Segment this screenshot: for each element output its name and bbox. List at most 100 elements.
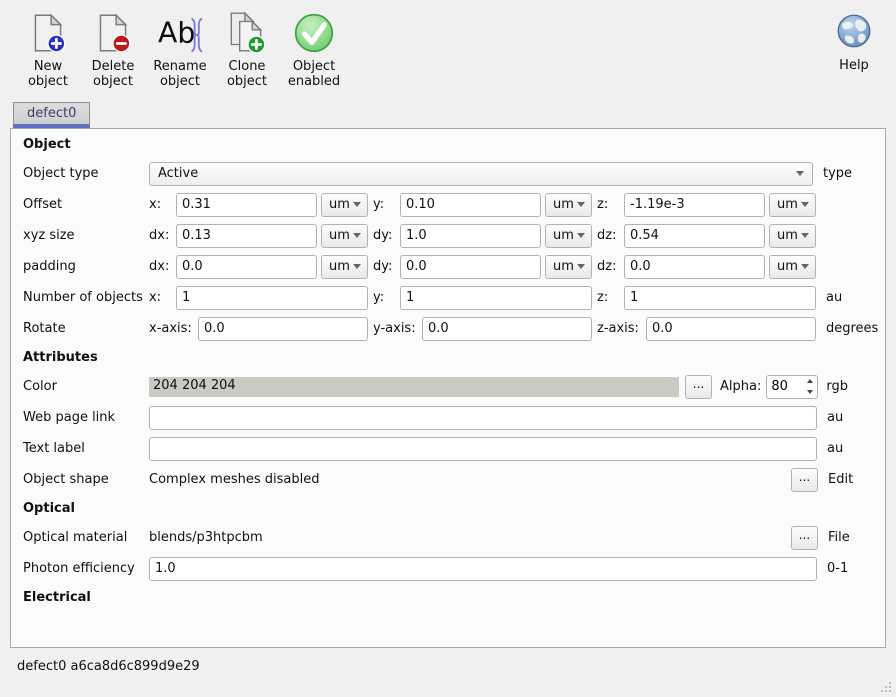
arrow-down-icon [807,390,813,394]
photon-efficiency-input[interactable] [149,557,817,581]
size-dz-unit-value: um [777,228,798,243]
clone-object-label: Clone object [215,59,279,89]
size-dy-unit-select[interactable]: um [545,224,592,248]
color-swatch[interactable]: 204 204 204 [149,377,679,397]
optical-material-unit: File [828,530,850,545]
object-shape-browse-button[interactable]: ... [791,468,818,492]
size-dx-unit-value: um [329,228,350,243]
padding-dx-label: dx: [149,259,173,274]
rotate-z-input[interactable] [646,317,816,341]
object-shape-label: Object shape [23,472,149,487]
offset-y-label: y: [373,197,397,212]
padding-dz-unit-value: um [777,259,798,274]
padding-dx-unit-select[interactable]: um [321,255,368,279]
new-object-icon [25,10,71,56]
photon-efficiency-unit: 0-1 [827,561,848,576]
size-dy-label: dy: [373,228,397,243]
offset-z-unit-value: um [777,197,798,212]
chevron-down-icon [353,202,361,207]
alpha-input[interactable] [767,376,802,398]
offset-row: Offset x: um y: um z: [11,189,885,220]
clone-object-button[interactable]: Clone object [215,10,279,89]
help-label: Help [839,58,869,73]
text-label-label: Text label [23,441,149,456]
optical-material-label: Optical material [23,530,149,545]
chevron-down-icon [577,264,585,269]
new-object-label: New object [16,59,80,89]
color-label: Color [23,379,149,394]
padding-dy-unit-value: um [553,259,574,274]
optical-material-browse-button[interactable]: ... [791,526,818,550]
section-object: Object [11,131,885,158]
rotate-x-input[interactable] [198,317,368,341]
web-page-link-row: Web page link au [11,402,885,433]
padding-dy-input[interactable] [400,255,541,279]
padding-dy-label: dy: [373,259,397,274]
offset-z-input[interactable] [624,193,765,217]
web-link-input[interactable] [149,406,817,430]
rename-object-label: Rename object [146,59,214,89]
new-object-button[interactable]: New object [16,10,80,89]
size-dy-input[interactable] [400,224,541,248]
offset-y-input[interactable] [400,193,541,217]
help-button[interactable]: Help [827,10,881,73]
object-type-row: Object type Active type [11,158,885,189]
size-dx-input[interactable] [176,224,317,248]
padding-dx-unit-value: um [329,259,350,274]
rotate-row: Rotate x-axis: y-axis: z-axis: degrees [11,313,885,344]
offset-x-unit-select[interactable]: um [321,193,368,217]
alpha-spinner[interactable] [766,375,818,399]
section-attributes: Attributes [11,344,885,371]
padding-dz-unit-select[interactable]: um [769,255,816,279]
delete-object-button[interactable]: Delete object [81,10,145,89]
object-type-select[interactable]: Active [149,162,813,186]
delete-object-icon [90,10,136,56]
padding-dz-input[interactable] [624,255,765,279]
alpha-increment-button[interactable] [802,376,817,387]
object-enabled-button[interactable]: Object enabled [280,10,348,89]
rotate-y-label: y-axis: [373,321,419,336]
chevron-down-icon [353,264,361,269]
svg-text:Ab: Ab [158,16,195,49]
count-y-input[interactable] [400,286,592,310]
rotate-label: Rotate [23,321,149,336]
number-of-objects-row: Number of objects x: y: z: au [11,282,885,313]
rotate-x-label: x-axis: [149,321,195,336]
photon-efficiency-label: Photon efficiency [23,561,149,576]
color-browse-button[interactable]: ... [685,375,712,399]
object-type-value: Active [158,166,198,181]
size-dz-unit-select[interactable]: um [769,224,816,248]
offset-x-unit-value: um [329,197,350,212]
text-label-input[interactable] [149,437,817,461]
rotate-y-input[interactable] [422,317,592,341]
color-row: Color 204 204 204 ... Alpha: rgb [11,371,885,402]
tab-defect0[interactable]: defect0 [13,102,90,128]
alpha-label: Alpha: [720,379,761,394]
padding-dy-unit-select[interactable]: um [545,255,592,279]
object-shape-unit: Edit [828,472,853,487]
size-dz-input[interactable] [624,224,765,248]
alpha-decrement-button[interactable] [802,387,817,398]
resize-grip[interactable] [879,680,893,694]
section-electrical: Electrical [11,584,885,611]
rotate-unit: degrees [826,321,878,336]
offset-x-input[interactable] [176,193,317,217]
rotate-z-label: z-axis: [597,321,643,336]
offset-z-label: z: [597,197,621,212]
xyz-size-row: xyz size dx: um dy: um dz: [11,220,885,251]
arrow-up-icon [807,379,813,383]
help-globe-icon [833,10,875,52]
web-link-unit: au [827,410,843,425]
object-shape-row: Object shape Complex meshes disabled ...… [11,464,885,495]
padding-dx-input[interactable] [176,255,317,279]
count-z-input[interactable] [624,286,816,310]
count-x-input[interactable] [176,286,368,310]
offset-y-unit-select[interactable]: um [545,193,592,217]
properties-panel: Object Object type Active type Offset x:… [10,128,886,648]
rename-object-button[interactable]: Ab Rename object [146,10,214,89]
object-enabled-icon [291,10,337,56]
offset-z-unit-select[interactable]: um [769,193,816,217]
size-dx-unit-select[interactable]: um [321,224,368,248]
object-type-label: Object type [23,166,149,181]
object-enabled-label: Object enabled [280,59,348,89]
